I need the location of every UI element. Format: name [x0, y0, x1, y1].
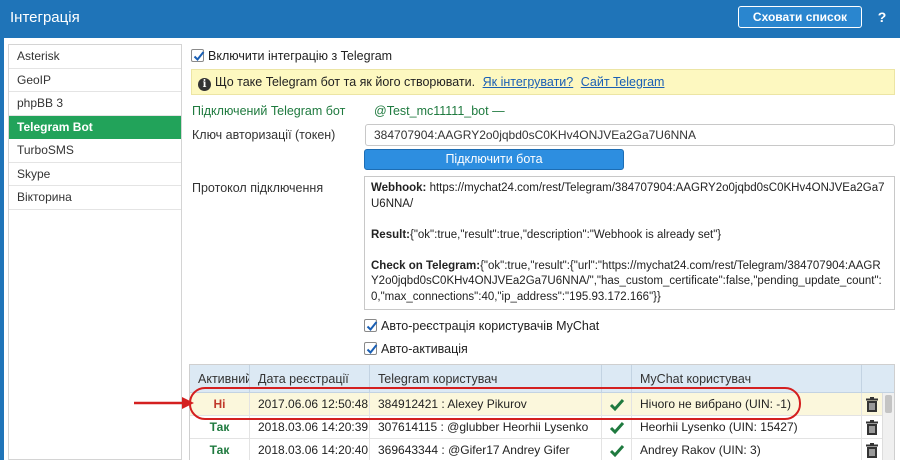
how-to-integrate-link[interactable]: Як інтегрувати?	[483, 75, 574, 89]
hide-list-button[interactable]: Сховати список	[738, 6, 862, 28]
checkmark-icon	[609, 445, 624, 458]
sidebar-item-telegram-bot[interactable]: Telegram Bot	[9, 115, 181, 139]
connected-bot-label: Підключений Telegram бот	[192, 104, 346, 118]
arrow-right-icon	[134, 397, 194, 409]
row-delete[interactable]	[862, 439, 882, 460]
checkmark-icon	[193, 51, 205, 61]
sidebar-item-turbosms[interactable]: TurboSMS	[9, 139, 181, 163]
protocol-log[interactable]: Webhook: https://mychat24.com/rest/Teleg…	[364, 176, 895, 310]
log-result: Result:{"ok":true,"result":true,"descrip…	[371, 228, 722, 241]
sidebar-item-asterisk[interactable]: Asterisk	[9, 45, 181, 69]
sidebar-item-quiz[interactable]: Вікторина	[9, 186, 181, 210]
help-button[interactable]: ?	[870, 6, 894, 28]
trash-icon	[866, 443, 878, 458]
connected-bot-value: @Test_mc11111_bot —	[374, 104, 505, 118]
row-check	[602, 416, 632, 439]
header-mychat-user[interactable]: MyChat користувач	[632, 365, 862, 393]
row-date: 2017.06.06 12:50:48	[250, 393, 370, 416]
auto-register-row: Авто-реєстрація користувачів MyChat	[364, 319, 599, 333]
protocol-label: Протокол підключення	[192, 181, 324, 195]
row-mychat-user[interactable]: Heorhii Lysenko (UIN: 15427)	[632, 416, 862, 439]
window-title: Інтеграція	[10, 9, 80, 26]
table-row[interactable]: Так 2018.03.06 14:20:40 369643344 : @Gif…	[190, 439, 894, 460]
log-check: Check on Telegram:{"ok":true,"result":{"…	[371, 259, 882, 303]
window-titlebar: Інтеграція Сховати список ?	[0, 0, 900, 36]
log-webhook: Webhook: https://mychat24.com/rest/Teleg…	[371, 182, 885, 210]
scrollbar-thumb[interactable]	[885, 395, 892, 413]
trash-icon	[866, 397, 878, 412]
sidebar-item-skype[interactable]: Skype	[9, 163, 181, 186]
row-date: 2018.03.06 14:20:40	[250, 439, 370, 460]
header-reg-date[interactable]: Дата реєстрації	[250, 365, 370, 393]
row-date: 2018.03.06 14:20:39	[250, 416, 370, 439]
checkmark-icon	[366, 344, 378, 354]
row-check	[602, 393, 632, 416]
connect-bot-button[interactable]: Підключити бота	[364, 149, 624, 170]
checkmark-icon	[609, 399, 624, 412]
sidebar-item-geoip[interactable]: GeoIP	[9, 69, 181, 92]
enable-integration-checkbox[interactable]	[191, 49, 205, 62]
header-check[interactable]	[602, 365, 632, 393]
row-active: Так	[190, 439, 250, 460]
auto-activate-label: Авто-активація	[381, 342, 468, 356]
auto-register-label: Авто-реєстрація користувачів MyChat	[381, 319, 600, 333]
header-active[interactable]: Активний	[190, 365, 250, 393]
info-bar: i Що таке Telegram бот та як його створюв…	[191, 69, 895, 95]
row-mychat-user[interactable]: Нічого не вибрано (UIN: -1)	[632, 393, 862, 416]
info-icon: i	[198, 78, 211, 91]
table-scrollbar[interactable]	[882, 393, 894, 460]
row-check	[602, 439, 632, 460]
row-telegram-user: 369643344 : @Gifer17 Andrey Gifer	[370, 439, 602, 460]
token-label: Ключ авторизації (токен)	[192, 128, 336, 142]
row-delete[interactable]	[862, 393, 882, 416]
row-active: Ні	[190, 393, 250, 416]
row-mychat-user[interactable]: Andrey Rakov (UIN: 3)	[632, 439, 862, 460]
table-row[interactable]: Так 2018.03.06 14:20:39 307614115 : @glu…	[190, 416, 894, 439]
header-telegram-user[interactable]: Telegram користувач	[370, 365, 602, 393]
info-text: Що таке Telegram бот та як його створюва…	[215, 75, 476, 89]
telegram-site-link[interactable]: Сайт Telegram	[581, 75, 665, 89]
enable-integration-label: Включити інтеграцію з Telegram	[208, 49, 393, 63]
checkmark-icon	[366, 321, 378, 331]
enable-integration-row: Включити інтеграцію з Telegram	[191, 49, 392, 63]
sidebar-item-phpbb[interactable]: phpBB 3	[9, 92, 181, 116]
table-row[interactable]: Ні 2017.06.06 12:50:48 384912421 : Alexe…	[190, 393, 894, 416]
titlebar-border	[0, 36, 900, 38]
row-delete[interactable]	[862, 416, 882, 439]
row-telegram-user: 307614115 : @glubber Heorhii Lysenko	[370, 416, 602, 439]
row-telegram-user: 384912421 : Alexey Pikurov	[370, 393, 602, 416]
row-active: Так	[190, 416, 250, 439]
header-actions	[862, 365, 882, 393]
checkmark-icon	[609, 422, 624, 435]
table-header: Активний Дата реєстрації Telegram корист…	[190, 365, 894, 393]
window-left-border	[0, 36, 4, 460]
trash-icon	[866, 420, 878, 435]
token-input[interactable]: 384707904:AAGRY2o0jqbd0sC0KHv4ONJVEa2Ga7…	[365, 124, 895, 146]
auto-activate-row: Авто-активація	[364, 342, 468, 356]
auto-activate-checkbox[interactable]	[364, 342, 378, 355]
auto-register-checkbox[interactable]	[364, 319, 378, 332]
users-table: Активний Дата реєстрації Telegram корист…	[189, 364, 895, 460]
